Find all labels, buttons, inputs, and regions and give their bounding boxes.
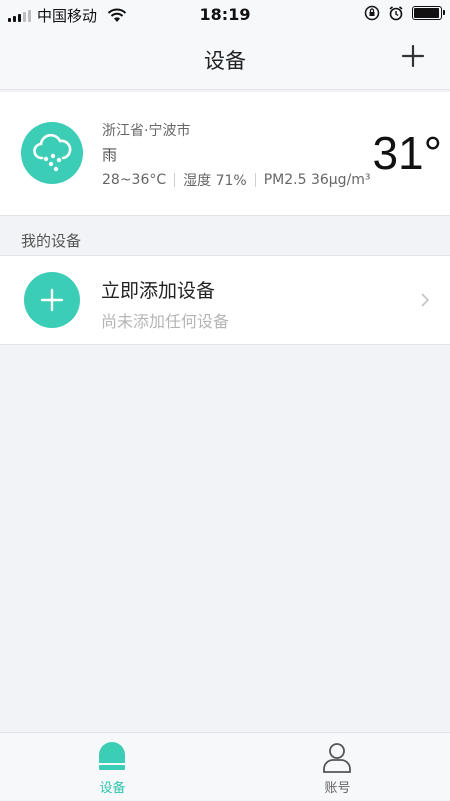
weather-location: 浙江省·宁波市 <box>102 123 191 139</box>
tab-devices-label: 设备 <box>99 781 126 796</box>
divider <box>254 173 256 187</box>
chevron-right-icon <box>421 293 430 307</box>
weather-humidity: 湿度 71% <box>183 173 247 189</box>
tab-bar: 设备 账号 <box>0 732 450 800</box>
battery-fill <box>414 8 440 18</box>
nav-bar: 设备 <box>0 30 450 90</box>
weather-stats: 28~36°C 湿度 71% PM2.5 36μg/m³ <box>102 170 371 190</box>
weather-icon-badge <box>21 122 83 184</box>
add-device-title: 立即添加设备 <box>101 280 216 302</box>
battery-icon <box>412 6 445 20</box>
rotation-lock-icon <box>364 5 380 21</box>
weather-card: 浙江省·宁波市 雨 28~36°C 湿度 71% PM2.5 36μg/m³ 3… <box>0 92 450 216</box>
tab-devices[interactable]: 设备 <box>0 733 225 801</box>
add-device-subtitle: 尚未添加任何设备 <box>101 312 230 331</box>
plus-icon <box>40 288 64 312</box>
alarm-icon <box>389 6 403 21</box>
tab-account[interactable]: 账号 <box>225 733 450 801</box>
status-bar: 中国移动 18:19 <box>0 0 450 30</box>
tab-account-label: 账号 <box>324 781 351 796</box>
add-device-badge <box>24 272 80 328</box>
weather-pm25: PM2.5 36μg/m³ <box>263 172 371 188</box>
add-icon[interactable] <box>400 43 426 69</box>
weather-temp-range: 28~36°C <box>102 172 167 188</box>
weather-condition: 雨 <box>102 146 118 164</box>
page-title: 设备 <box>204 49 246 73</box>
user-icon <box>323 743 351 773</box>
divider <box>174 173 176 187</box>
rain-cloud-icon <box>33 133 72 172</box>
device-icon <box>99 742 125 770</box>
status-right <box>364 5 445 21</box>
add-device-row[interactable]: 立即添加设备 尚未添加任何设备 <box>0 255 450 345</box>
my-devices-label: 我的设备 <box>21 232 82 250</box>
current-temperature: 31° <box>372 127 442 179</box>
